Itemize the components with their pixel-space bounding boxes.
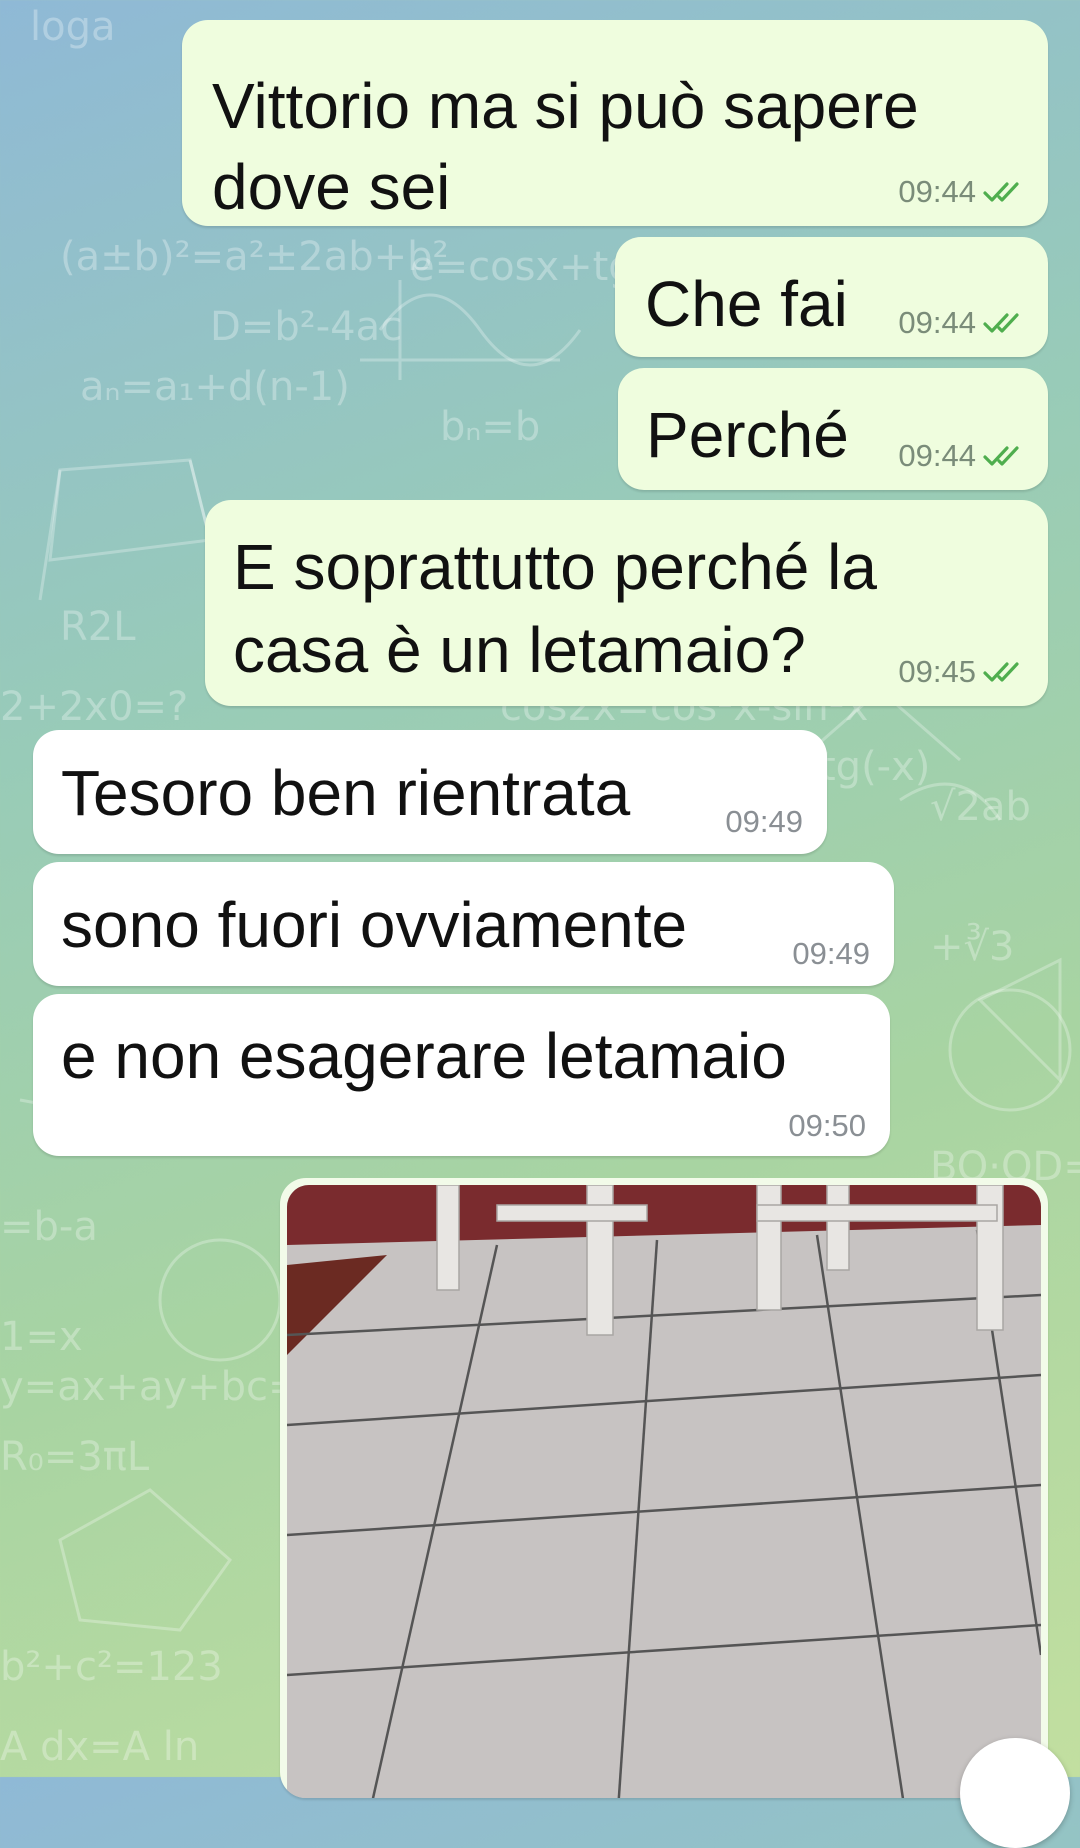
message-meta: 09:49 bbox=[792, 936, 870, 972]
message-text-line: Tesoro ben rientrata bbox=[61, 757, 631, 829]
message-meta: 09:50 bbox=[788, 1108, 866, 1144]
svg-text:y=ax+ay+bc=0: y=ax+ay+bc=0 bbox=[0, 1364, 327, 1410]
svg-text:2+2x0=?: 2+2x0=? bbox=[0, 684, 188, 730]
outgoing-message[interactable]: Vittorio ma si può sapere dove sei 09:44 bbox=[182, 20, 1048, 226]
message-time: 09:49 bbox=[725, 804, 803, 839]
message-time: 09:44 bbox=[898, 174, 976, 209]
message-time: 09:45 bbox=[898, 654, 976, 689]
message-time: 09:49 bbox=[792, 936, 870, 971]
svg-text:R₀=3πL: R₀=3πL bbox=[0, 1434, 150, 1480]
incoming-message[interactable]: sono fuori ovviamente 09:49 bbox=[33, 862, 894, 986]
message-meta: 09:44 bbox=[898, 174, 1028, 210]
message-text-line: e non esagerare letamaio bbox=[61, 1020, 787, 1092]
double-check-icon bbox=[983, 446, 1019, 466]
message-meta: 09:44 bbox=[898, 438, 1028, 474]
svg-text:A dx=A ln: A dx=A ln bbox=[0, 1724, 199, 1770]
message-time: 09:50 bbox=[788, 1108, 866, 1143]
double-check-icon bbox=[983, 182, 1019, 202]
message-text-line: Che fai bbox=[645, 268, 848, 340]
incoming-message[interactable]: e non esagerare letamaio 09:50 bbox=[33, 994, 890, 1156]
message-meta: 09:49 bbox=[725, 804, 803, 840]
double-check-icon bbox=[983, 313, 1019, 333]
message-text-line: dove sei bbox=[212, 151, 451, 223]
message-meta: 09:44 bbox=[898, 305, 1028, 341]
outgoing-message[interactable]: E soprattutto perché la casa è un letama… bbox=[205, 500, 1048, 706]
outgoing-message[interactable]: Perché 09:44 bbox=[618, 368, 1048, 490]
photo-message[interactable] bbox=[280, 1178, 1048, 1798]
message-text-line: sono fuori ovviamente bbox=[61, 889, 688, 961]
message-text-line: E soprattutto perché la bbox=[233, 531, 877, 603]
svg-text:b²+c²=123: b²+c²=123 bbox=[0, 1644, 223, 1690]
svg-text:+∛3: +∛3 bbox=[930, 922, 1014, 970]
svg-text:aₙ=a₁+d(n-1): aₙ=a₁+d(n-1) bbox=[80, 364, 350, 410]
svg-text:tg(-x): tg(-x) bbox=[820, 744, 930, 790]
svg-text:1=x: 1=x bbox=[0, 1314, 83, 1360]
svg-text:(a±b)²=a²±2ab+b²: (a±b)²=a²±2ab+b² bbox=[60, 234, 449, 280]
svg-text:=b-a: =b-a bbox=[0, 1204, 98, 1250]
message-time: 09:44 bbox=[898, 305, 976, 340]
message-text-line: Perché bbox=[646, 399, 849, 471]
message-text-line: Vittorio ma si può sapere bbox=[212, 70, 919, 142]
svg-text:D=b²-4ac: D=b²-4ac bbox=[210, 304, 402, 350]
message-time: 09:44 bbox=[898, 438, 976, 473]
svg-text:bₙ=b: bₙ=b bbox=[440, 404, 540, 450]
incoming-message[interactable]: Tesoro ben rientrata 09:49 bbox=[33, 730, 827, 854]
double-check-icon bbox=[983, 662, 1019, 682]
scroll-down-button[interactable] bbox=[960, 1738, 1070, 1848]
svg-text:R2L: R2L bbox=[60, 604, 136, 650]
svg-text:loga: loga bbox=[30, 4, 116, 50]
floor-photo bbox=[287, 1185, 1041, 1798]
message-text-line: casa è un letamaio? bbox=[233, 614, 806, 686]
message-meta: 09:45 bbox=[898, 654, 1028, 690]
svg-text:√2ab: √2ab bbox=[930, 784, 1031, 830]
outgoing-message[interactable]: Che fai 09:44 bbox=[615, 237, 1048, 357]
